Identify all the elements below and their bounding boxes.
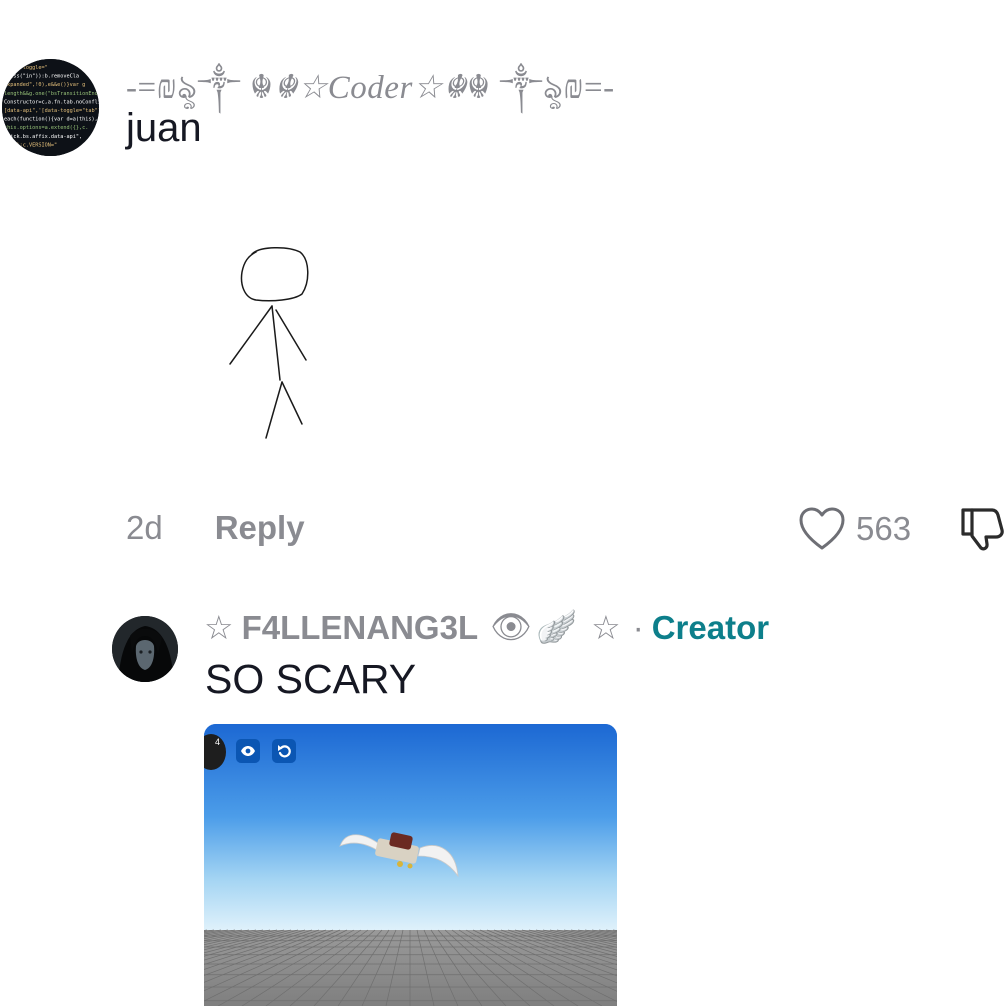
- star-right-icon: ☆: [591, 609, 621, 646]
- comment-thread: [data-toggle=" class("in")):b.removeCla ex…: [0, 0, 1006, 1006]
- undo-icon: [272, 739, 296, 763]
- eye-icon: [236, 739, 260, 763]
- comment-text: juan: [126, 106, 202, 150]
- code-line: length&&g.one("bsTransitionEnd",: [4, 91, 99, 97]
- code-line: null};c.VERSION=": [4, 142, 57, 148]
- star-left-icon: ☆: [204, 609, 234, 646]
- username-text: F4LLENANG3L: [241, 608, 479, 646]
- image-attachment[interactable]: 4: [204, 724, 617, 1006]
- like-button[interactable]: 563: [798, 504, 911, 554]
- code-line: each(function(){var d=a(this),e: [4, 117, 99, 123]
- comment-meta: 2d Reply: [126, 506, 305, 550]
- code-avatar-image: [data-toggle=" class("in")):b.removeCla ex…: [2, 59, 99, 156]
- username-prefix: -=₪ৡ༒ ☬: [126, 70, 274, 106]
- code-line: class("in")):b.removeCla: [4, 74, 79, 80]
- eye-emoji-icon: 👁: [490, 608, 533, 645]
- reply-button[interactable]: Reply: [215, 509, 305, 547]
- username-core: ☬☆Coder☆☬: [273, 70, 467, 106]
- code-line: [data-toggle=": [4, 65, 48, 71]
- thumbs-down-icon[interactable]: [958, 504, 1004, 552]
- comment-text: SO SCARY: [205, 656, 417, 702]
- avatar[interactable]: [data-toggle=" class("in")):b.removeCla ex…: [2, 59, 99, 156]
- avatar-image: [112, 616, 178, 682]
- timestamp: 2d: [126, 509, 163, 546]
- code-line: Constructor=c,a.fn.tab.noConflict=: [4, 99, 99, 105]
- username[interactable]: ☆ F4LLENANG3L 👁 🪽 ☆ · Creator: [204, 608, 769, 647]
- code-line: [data-api",'[data-toggle="tab"]': [4, 108, 99, 114]
- code-line: this.options=a.extend({},c.: [4, 125, 88, 131]
- like-count: 563: [856, 510, 912, 547]
- heart-outline-icon: [799, 507, 845, 550]
- username-suffix: ☬ ༒ৡ₪=-: [466, 70, 615, 106]
- code-line: expanded",!0),e&&e()}var g: [4, 82, 85, 88]
- game-screenshot: [204, 724, 617, 1006]
- code-line: click.bs.affix.data-api",: [4, 134, 82, 140]
- stick-figure-drawing[interactable]: [222, 240, 322, 445]
- separator-dot: ·: [632, 608, 644, 646]
- wing-emoji-icon: 🪽: [536, 608, 578, 645]
- avatar[interactable]: [112, 616, 178, 682]
- creator-badge: Creator: [651, 608, 770, 646]
